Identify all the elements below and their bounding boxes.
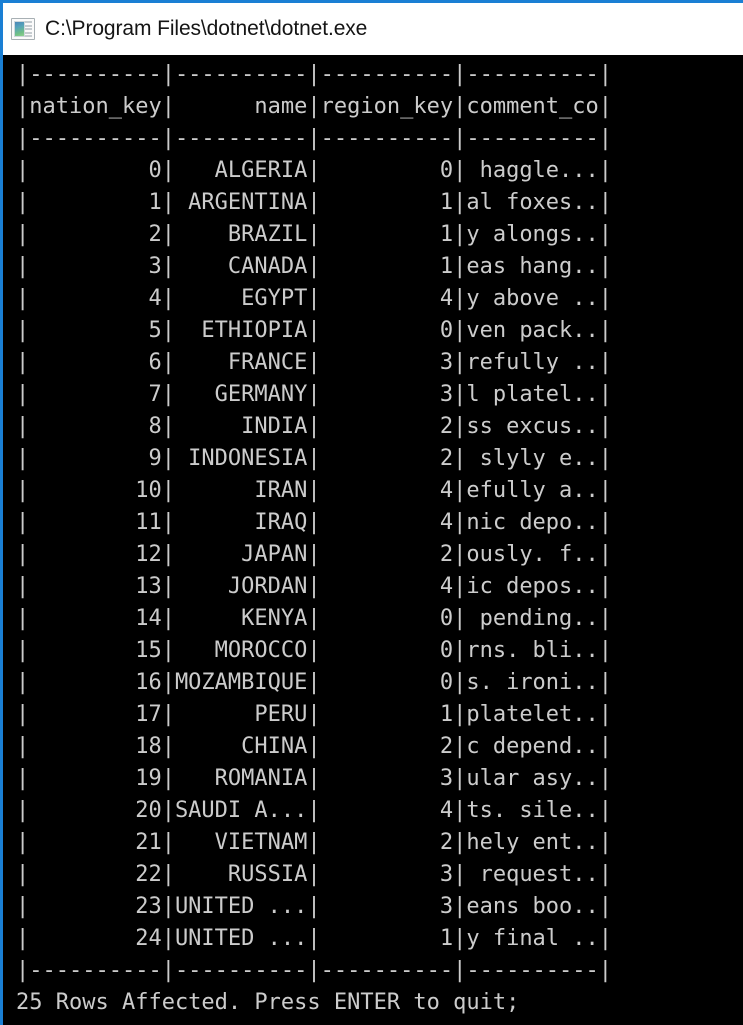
console-window-icon bbox=[11, 18, 35, 40]
icon-text-lines bbox=[25, 21, 32, 37]
console-window: C:\Program Files\dotnet\dotnet.exe |----… bbox=[0, 0, 743, 1025]
console-output-area[interactable]: |----------|----------|----------|------… bbox=[3, 55, 743, 1025]
window-titlebar[interactable]: C:\Program Files\dotnet\dotnet.exe bbox=[3, 3, 743, 55]
icon-gradient-panel bbox=[14, 21, 25, 37]
window-title-text: C:\Program Files\dotnet\dotnet.exe bbox=[45, 17, 368, 40]
console-text-buffer: |----------|----------|----------|------… bbox=[16, 62, 613, 1015]
